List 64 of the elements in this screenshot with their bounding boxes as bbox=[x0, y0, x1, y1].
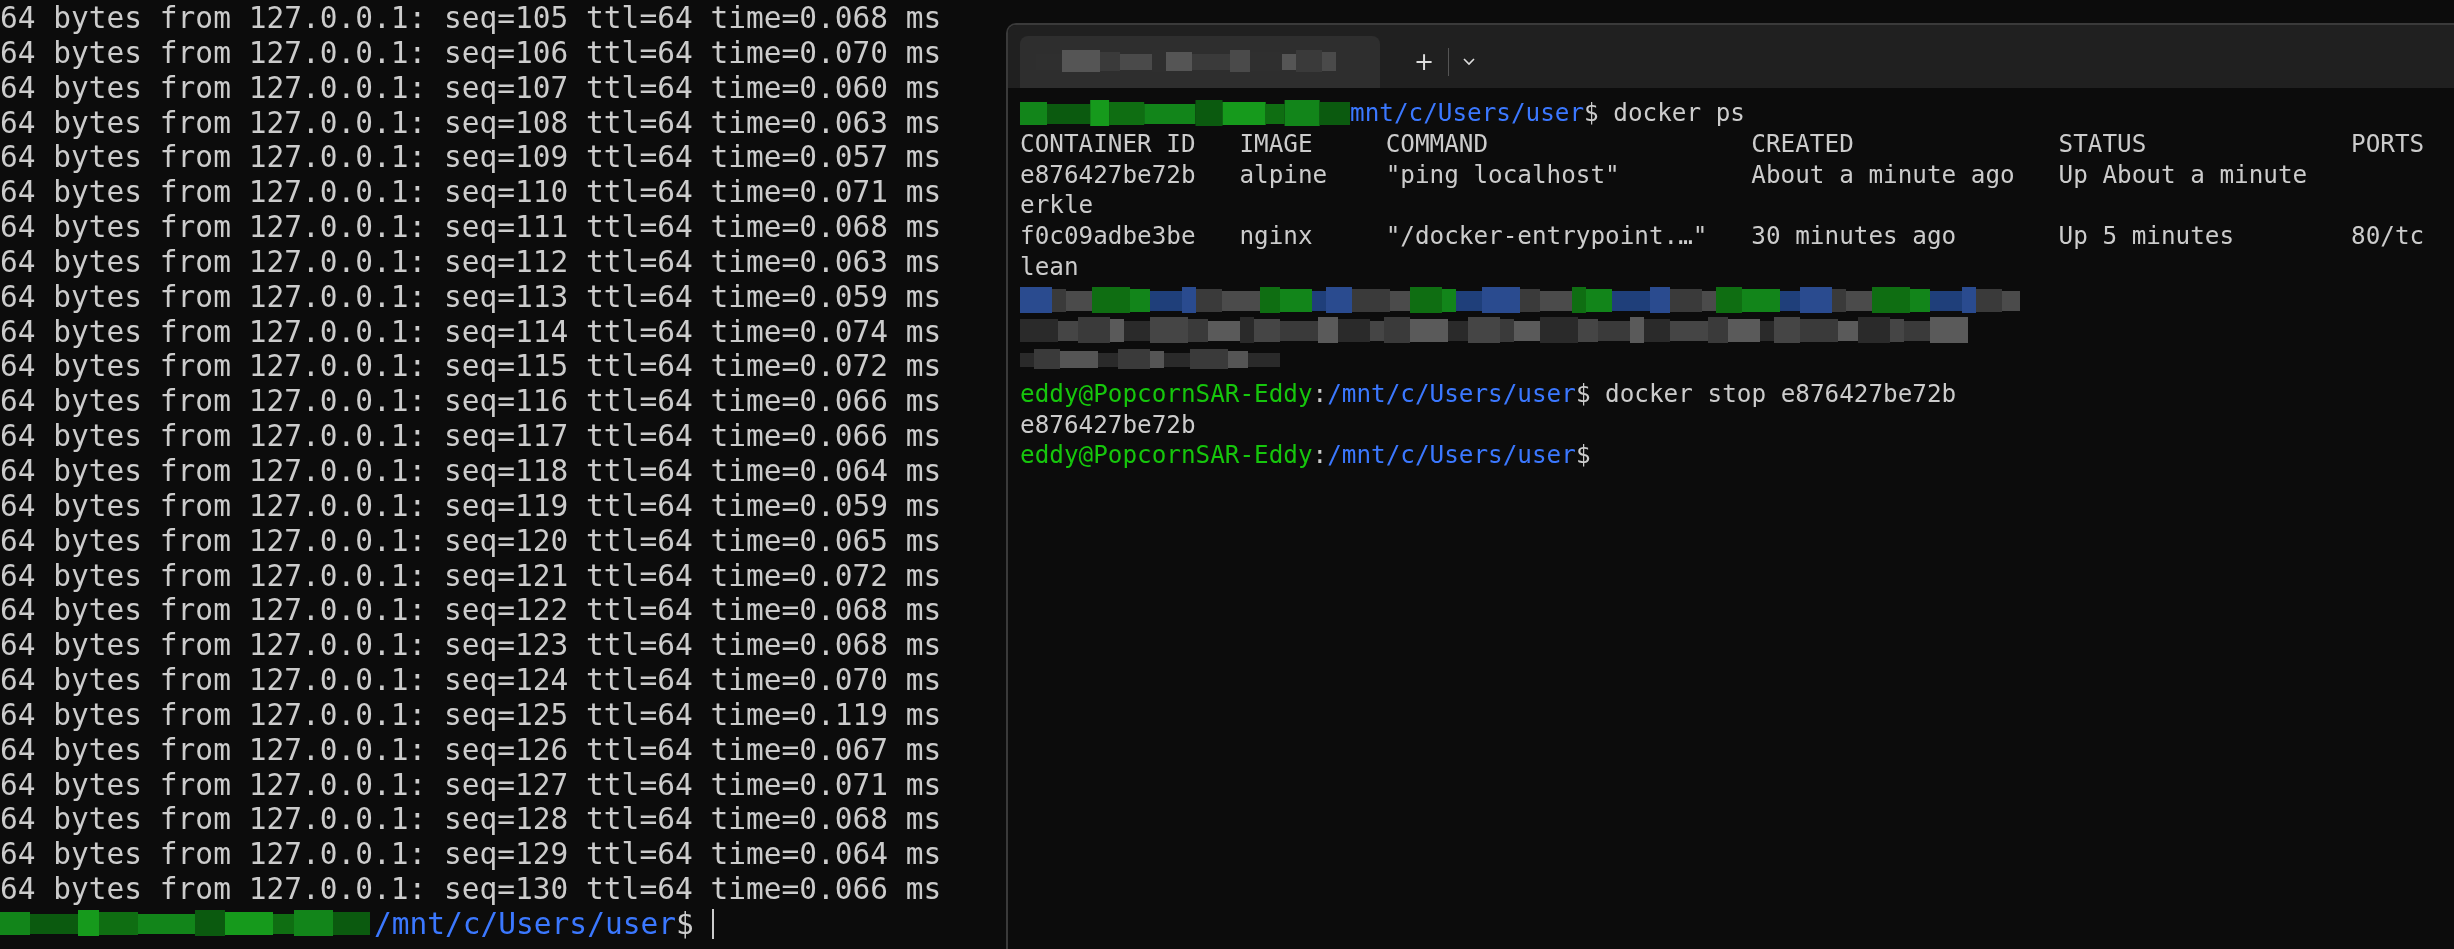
table-cell-text: nginx bbox=[1239, 221, 1314, 252]
column-header: CONTAINER ID bbox=[1020, 128, 1197, 160]
table-cell-text: About a minute ago bbox=[1751, 159, 2016, 191]
output-line: 64 bytes from 127.0.0.1: seq=109 ttl=64 time=0.057 ms bbox=[0, 140, 942, 176]
output-line: e876427be72b bbox=[1020, 409, 1197, 441]
table-cell-text: Up 5 minutes bbox=[2058, 221, 2236, 252]
table-cell-text: erkle bbox=[1020, 190, 1095, 222]
output-line: 64 bytes from 127.0.0.1: seq=111 ttl=64 time=0.068 ms bbox=[0, 210, 942, 245]
output-line: 64 bytes from 127.0.0.1: seq=121 ttl=64 time=0.072 ms bbox=[0, 558, 942, 594]
output-line: 64 bytes from 127.0.0.1: seq=113 ttl=64 time=0.059 ms bbox=[0, 279, 942, 315]
prompt-symbol: $ bbox=[1584, 98, 1599, 129]
output-line: 64 bytes from 127.0.0.1: seq=125 ttl=64 time=0.119 ms bbox=[0, 697, 942, 733]
command-text: docker ps bbox=[1613, 98, 1745, 129]
output-line: 64 bytes from 127.0.0.1: seq=128 ttl=64 time=0.068 ms bbox=[0, 802, 942, 838]
column-header: IMAGE bbox=[1239, 128, 1314, 160]
output-line: 64 bytes from 127.0.0.1: seq=116 ttl=64 time=0.066 ms bbox=[0, 384, 942, 420]
table-cell-text: e876427be72b bbox=[1020, 159, 1197, 191]
output-line: 64 bytes from 127.0.0.1: seq=108 ttl=64 time=0.063 ms bbox=[0, 105, 942, 141]
caret-icon bbox=[1462, 57, 1476, 67]
table-cell-text: "/docker-entrypoint.…" bbox=[1385, 221, 1709, 252]
prompt-path: /mnt/c/Users/user bbox=[1327, 378, 1576, 410]
output-line: 64 bytes from 127.0.0.1: seq=120 ttl=64 time=0.065 ms bbox=[0, 523, 942, 559]
output-line: 64 bytes from 127.0.0.1: seq=107 ttl=64 time=0.060 ms bbox=[0, 70, 942, 106]
prompt-separator: : bbox=[1312, 440, 1328, 472]
output-line: 64 bytes from 127.0.0.1: seq=129 ttl=64 time=0.064 ms bbox=[0, 837, 942, 873]
prompt-symbol: $ bbox=[1575, 440, 1591, 472]
prompt-path: /mnt/c/Users/user bbox=[1327, 440, 1576, 472]
table-cell-text: lean bbox=[1020, 252, 1080, 283]
table-cell-text: f0c09adbe3be bbox=[1020, 221, 1197, 252]
text-cursor bbox=[711, 909, 714, 940]
output-line: 64 bytes from 127.0.0.1: seq=115 ttl=64 time=0.072 ms bbox=[0, 349, 942, 385]
table-cell-text: Up About a minute bbox=[2058, 159, 2309, 191]
prompt-separator: : bbox=[1312, 378, 1328, 410]
prompt-path: /mnt/c/Users/user bbox=[374, 906, 676, 942]
table-cell-text: 30 minutes ago bbox=[1751, 221, 1958, 252]
output-line: 64 bytes from 127.0.0.1: seq=117 ttl=64 time=0.066 ms bbox=[0, 419, 942, 454]
column-header: PORTS bbox=[2351, 128, 2426, 160]
output-line: 64 bytes from 127.0.0.1: seq=110 ttl=64 time=0.071 ms bbox=[0, 175, 942, 211]
table-cell-text: 80/tc bbox=[2351, 221, 2426, 252]
output-line: 64 bytes from 127.0.0.1: seq=127 ttl=64 time=0.071 ms bbox=[0, 767, 942, 803]
output-line: 64 bytes from 127.0.0.1: seq=126 ttl=64 time=0.067 ms bbox=[0, 732, 942, 768]
table-cell-text: "ping localhost" bbox=[1385, 159, 1621, 191]
prompt-path: mnt/c/Users/user bbox=[1350, 98, 1585, 129]
output-line: 64 bytes from 127.0.0.1: seq=112 ttl=64 time=0.063 ms bbox=[0, 244, 942, 280]
prompt-symbol: $ bbox=[675, 906, 694, 942]
output-line: 64 bytes from 127.0.0.1: seq=105 ttl=64 time=0.068 ms bbox=[0, 1, 942, 36]
column-header: COMMAND bbox=[1385, 128, 1490, 160]
column-header: STATUS bbox=[2058, 128, 2148, 160]
column-header: CREATED bbox=[1751, 128, 1855, 160]
prompt-symbol: $ bbox=[1575, 378, 1591, 410]
output-line: 64 bytes from 127.0.0.1: seq=124 ttl=64 time=0.070 ms bbox=[0, 663, 942, 698]
terminal-tab[interactable] bbox=[1020, 36, 1380, 88]
output-line: 64 bytes from 127.0.0.1: seq=123 ttl=64 time=0.068 ms bbox=[0, 628, 942, 664]
output-line: 64 bytes from 127.0.0.1: seq=114 ttl=64 time=0.074 ms bbox=[0, 314, 942, 350]
output-line: 64 bytes from 127.0.0.1: seq=130 ttl=64 time=0.066 ms bbox=[0, 872, 942, 907]
output-line: 64 bytes from 127.0.0.1: seq=106 ttl=64 time=0.070 ms bbox=[0, 35, 942, 71]
output-line: 64 bytes from 127.0.0.1: seq=122 ttl=64 time=0.068 ms bbox=[0, 593, 942, 629]
output-line: 64 bytes from 127.0.0.1: seq=118 ttl=64 time=0.064 ms bbox=[0, 453, 942, 489]
command-text: docker stop e876427be72b bbox=[1605, 378, 1957, 410]
prompt-user: eddy@PopcornSAR-Eddy bbox=[1020, 440, 1313, 472]
table-cell-text: alpine bbox=[1239, 159, 1329, 191]
prompt-user: eddy@PopcornSAR-Eddy bbox=[1020, 378, 1313, 410]
output-line: 64 bytes from 127.0.0.1: seq=119 ttl=64 time=0.059 ms bbox=[0, 488, 942, 524]
new-tab-button[interactable]: + bbox=[1400, 40, 1448, 84]
